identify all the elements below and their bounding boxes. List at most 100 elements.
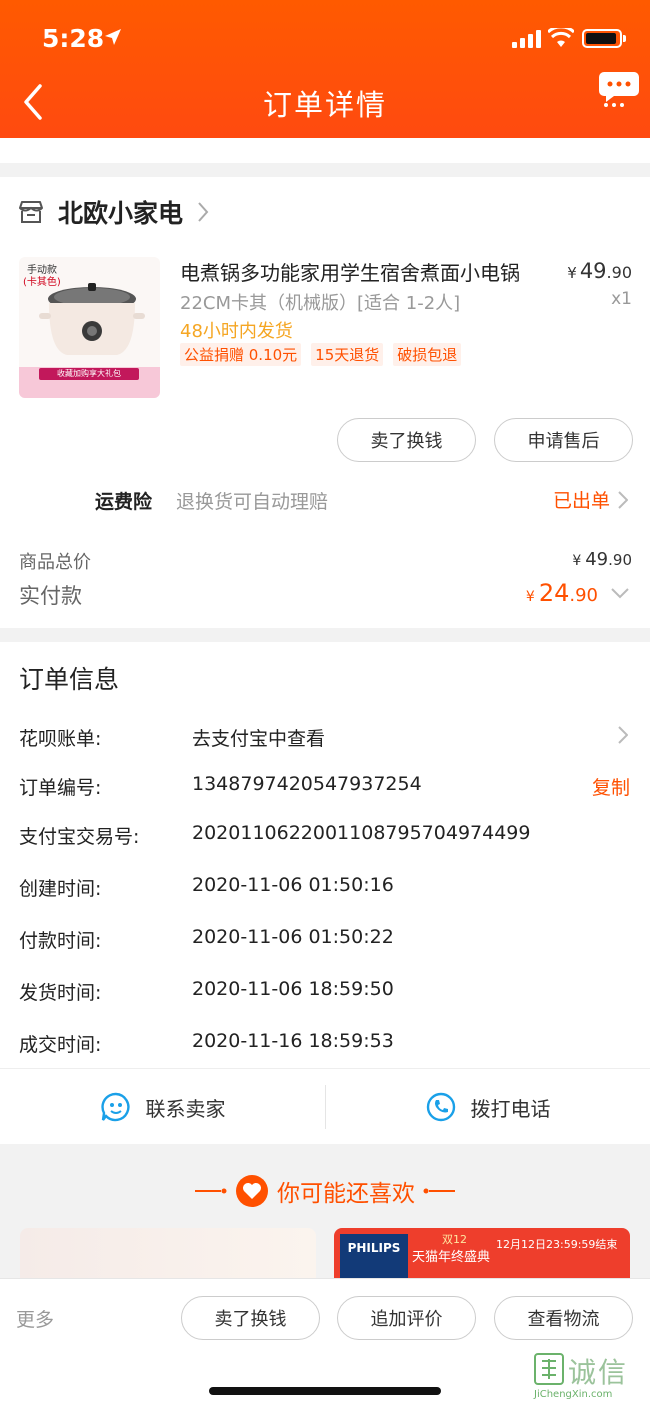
chevron-down-icon[interactable] (610, 587, 630, 599)
add-review-button[interactable]: 追加评价 (337, 1296, 476, 1340)
location-arrow-icon (105, 29, 121, 45)
info-row-order-no: 订单编号: 1348797420547937254 复制 (0, 773, 650, 803)
cellular-signal-icon (512, 30, 541, 48)
info-label: 创建时间: (19, 878, 102, 900)
after-sale-button[interactable]: 申请售后 (494, 418, 633, 462)
decor-line-left (195, 1188, 227, 1194)
info-row-paid: 付款时间: 2020-11-06 01:50:22 (0, 926, 650, 956)
info-row-shipped: 发货时间: 2020-11-06 18:59:50 (0, 978, 650, 1008)
watermark-emblem-icon (534, 1353, 564, 1385)
store-name: 北欧小家电 (58, 199, 184, 228)
sell-button[interactable]: 卖了换钱 (337, 418, 476, 462)
status-time: 5:28 (42, 24, 105, 53)
call-phone-button[interactable]: 拨打电话 (325, 1069, 650, 1145)
order-info-card: 订单信息 花呗账单: 去支付宝中查看 订单编号: 134879742054793… (0, 642, 650, 1068)
recommend-item-left[interactable] (20, 1228, 316, 1278)
info-row-created: 创建时间: 2020-11-06 01:50:16 (0, 874, 650, 904)
recommend-item-right[interactable]: PHILIPS 双12 天猫年终盛典 12月12日23:59:59结束 (334, 1228, 630, 1278)
watermark-text: 诚信 (568, 1356, 629, 1389)
service-tag: 公益捐赠 0.10元 (180, 343, 302, 366)
sell-button[interactable]: 卖了换钱 (181, 1296, 320, 1340)
battery-tip (623, 35, 626, 42)
store-header[interactable]: 北欧小家电 (18, 197, 209, 228)
info-value: 2020-11-06 01:50:22 (192, 926, 394, 948)
shipping-promise: 48小时内发货 (180, 321, 293, 342)
total-dec: .90 (608, 551, 632, 569)
contact-seller-button[interactable]: 联系卖家 (0, 1069, 325, 1145)
info-label: 支付宝交易号: (19, 826, 140, 848)
recommend-heading: 你可能还喜欢 (0, 1174, 650, 1208)
header-bar: 5:28 订单详情 (0, 0, 650, 138)
phone-icon (426, 1092, 455, 1122)
wifi-icon (548, 28, 574, 47)
contact-bar: 联系卖家 拨打电话 (0, 1068, 650, 1144)
bottom-action-bar: 更多 卖了换钱 追加评价 查看物流 诚信 JiChengXin.com (0, 1278, 650, 1406)
paid-label: 实付款 (19, 584, 82, 608)
insurance-status-text: 已出单 (552, 490, 610, 512)
service-tags: 公益捐赠 0.10元 15天退货 破损包退 (180, 343, 462, 366)
info-label: 花呗账单: (19, 728, 102, 750)
more-button[interactable]: 更多 (16, 1305, 54, 1332)
info-row-alipay-no: 支付宝交易号: 2020110622001108795704974499 (0, 822, 650, 852)
watermark-logo: 诚信 JiChengXin.com (532, 1353, 644, 1403)
recommend-section: 你可能还喜欢 PHILIPS 双12 天猫年终盛典 12月12日23:59:59… (0, 1144, 650, 1278)
total-value: ¥49.90 (572, 549, 632, 570)
top-spacer (0, 138, 650, 163)
page-title: 订单详情 (262, 88, 387, 122)
info-value: 1348797420547937254 (192, 773, 422, 795)
chevron-right-icon (618, 490, 628, 509)
info-value: 2020110622001108795704974499 (192, 822, 531, 844)
insurance-desc: 退换货可自动理赔 (176, 491, 329, 513)
product-sku: 22CM卡其（机械版）[适合 1-2人] (180, 293, 461, 314)
copy-button[interactable]: 复制 (592, 773, 630, 800)
info-label: 付款时间: (19, 930, 102, 952)
message-bubble-icon[interactable] (598, 70, 640, 108)
info-label: 成交时间: (19, 1034, 102, 1056)
paid-currency: ¥ (525, 589, 535, 605)
chevron-right-icon (618, 726, 628, 744)
info-label: 订单编号: (19, 777, 102, 799)
price-dec: .90 (606, 263, 632, 282)
total-int: 49 (585, 549, 609, 570)
status-bar: 5:28 (0, 22, 650, 62)
ad-event-line2: 天猫年终盛典 (412, 1250, 491, 1265)
decor-line-right (423, 1188, 455, 1194)
price-currency: ¥ (567, 264, 577, 282)
heart-icon (236, 1175, 268, 1207)
insurance-status[interactable]: 已出单 (553, 486, 628, 513)
info-value: 2020-11-06 18:59:50 (192, 978, 394, 1000)
ad-brand: PHILIPS (340, 1234, 408, 1278)
total-currency: ¥ (572, 553, 582, 569)
paid-value: ¥24.90 (526, 579, 598, 607)
view-logistics-button[interactable]: 查看物流 (494, 1296, 633, 1340)
info-value: 去支付宝中查看 (192, 728, 326, 750)
store-card: 北欧小家电 手动款 (卡其色) 收藏加购享大礼包 电煮锅多功能家用学生宿舍煮面小… (0, 177, 650, 628)
recommend-title: 你可能还喜欢 (277, 1181, 415, 1207)
chat-face-icon (100, 1092, 130, 1122)
electric-pot-image (39, 283, 145, 355)
info-row-huabei[interactable]: 花呗账单: 去支付宝中查看 (0, 724, 650, 754)
product-title[interactable]: 电煮锅多功能家用学生宿舍煮面小电锅 (180, 257, 520, 286)
ad-time: 12月12日23:59:59结束 (496, 1238, 618, 1251)
thumb-bottom-strip: 收藏加购享大礼包 (19, 367, 160, 398)
total-label: 商品总价 (19, 552, 91, 573)
info-label: 发货时间: (19, 982, 102, 1004)
price-int: 49 (579, 259, 607, 283)
product-price: ¥49.90 (567, 259, 632, 283)
insurance-label: 运费险 (95, 491, 153, 513)
product-quantity: x1 (611, 289, 632, 309)
service-tag: 15天退货 (311, 343, 384, 366)
chevron-right-icon (198, 202, 209, 222)
paid-int: 24 (538, 579, 570, 607)
watermark-url: JiChengXin.com (534, 1389, 613, 1400)
order-info-title: 订单信息 (19, 665, 120, 694)
home-indicator[interactable] (209, 1387, 441, 1395)
store-icon (19, 201, 43, 223)
product-thumbnail[interactable]: 手动款 (卡其色) 收藏加购享大礼包 (19, 257, 160, 398)
service-tag: 破损包退 (393, 343, 462, 366)
info-value: 2020-11-06 01:50:16 (192, 874, 394, 896)
ad-event-line1: 双12 (442, 1233, 467, 1246)
battery-icon (582, 29, 622, 48)
info-row-completed: 成交时间: 2020-11-16 18:59:53 (0, 1030, 650, 1060)
call-phone-label: 拨打电话 (470, 1096, 551, 1121)
